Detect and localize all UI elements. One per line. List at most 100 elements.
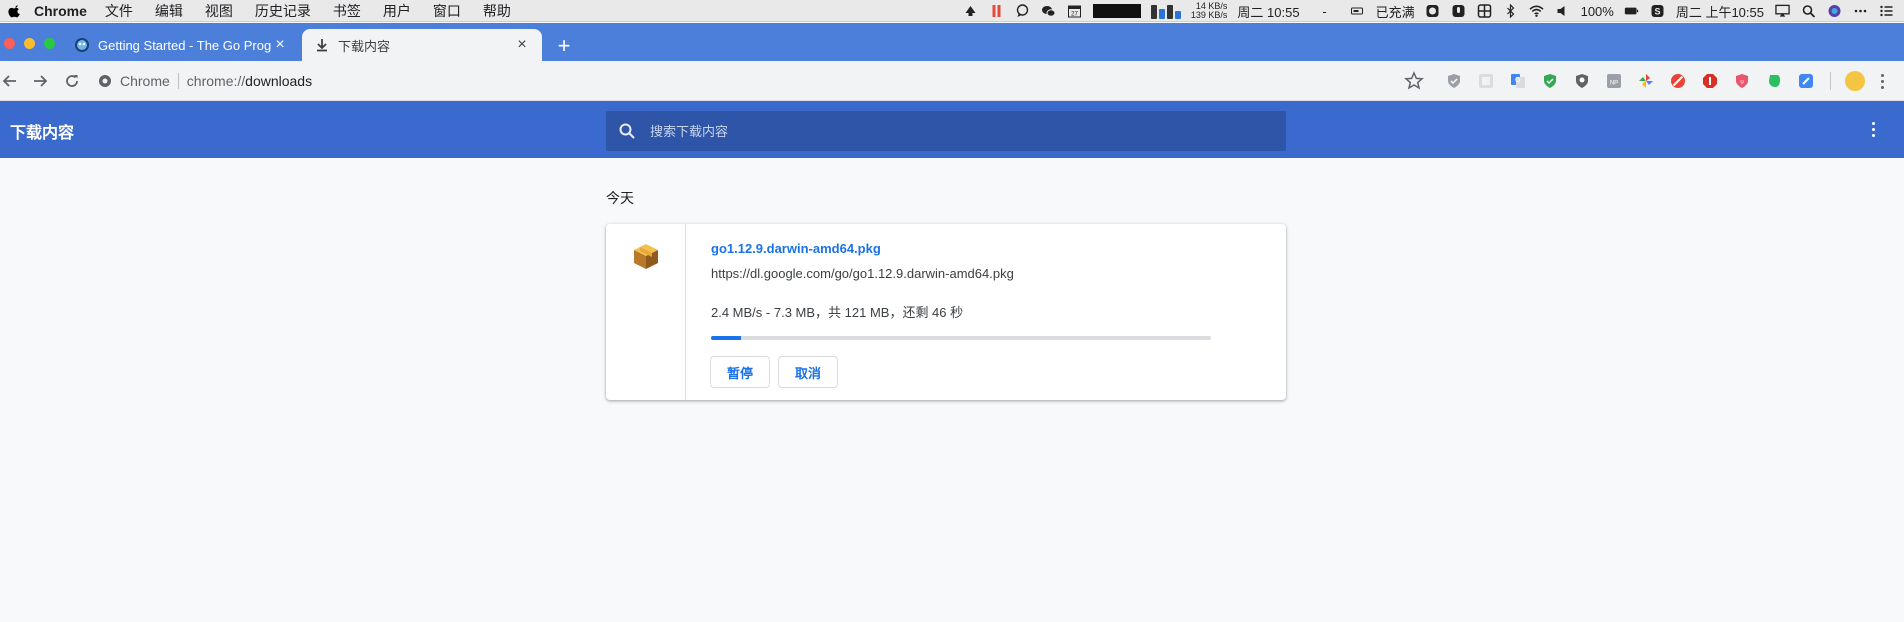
file-name-link[interactable]: go1.12.9.darwin-amd64.pkg [711, 241, 881, 256]
search-input[interactable] [650, 123, 1250, 139]
spotlight-icon[interactable] [1800, 4, 1816, 18]
menu-edit[interactable]: 编辑 [155, 1, 183, 21]
svg-text:G: G [1515, 77, 1520, 84]
menu-help[interactable]: 帮助 [483, 1, 511, 21]
tab-title: 下载内容 [338, 38, 391, 54]
profile-avatar[interactable] [1845, 71, 1865, 91]
ublock-extension-icon[interactable]: u [1734, 73, 1750, 89]
window-zoom-button[interactable] [44, 38, 55, 49]
svg-text:u: u [1740, 80, 1743, 86]
url-scheme: chrome:// [186, 73, 246, 89]
upload-arrow-icon[interactable] [963, 4, 979, 18]
extensions-separator [1830, 72, 1831, 90]
privacy-badger-extension-icon[interactable] [1574, 73, 1590, 89]
menu-people[interactable]: 用户 [383, 1, 411, 21]
search-box[interactable] [606, 111, 1286, 151]
shield-check-extension-icon[interactable] [1446, 73, 1462, 89]
chrome-logo-icon [99, 75, 111, 87]
calendar-icon[interactable]: 27 [1067, 4, 1083, 18]
pause-button[interactable]: 暂停 [710, 356, 770, 388]
face-icon[interactable] [1425, 4, 1441, 18]
volume-icon[interactable] [1555, 4, 1571, 18]
apple-logo-icon[interactable] [8, 4, 22, 18]
s-app-icon[interactable]: S [1650, 4, 1666, 18]
bookmark-star-icon[interactable] [1404, 71, 1424, 91]
pause-bars-icon[interactable] [989, 4, 1005, 18]
download-icon [317, 39, 327, 52]
menu-bookmarks[interactable]: 书签 [333, 1, 361, 21]
omnibox[interactable]: Chrome chrome://downloads [98, 67, 1416, 95]
adguard-extension-icon[interactable] [1542, 73, 1558, 89]
system-meters-icon[interactable] [1150, 3, 1181, 19]
battery-percent[interactable]: 100% [1581, 4, 1614, 19]
siri-icon[interactable] [1826, 4, 1842, 18]
translate-extension-icon[interactable]: G [1510, 73, 1526, 89]
more-dots-icon[interactable] [1852, 4, 1868, 18]
clock-short[interactable]: 周二 10:55 [1237, 2, 1299, 21]
network-speed: 14 KB/s 139 KB/s [1191, 2, 1228, 20]
back-button[interactable] [0, 71, 20, 91]
charge-status[interactable]: 已充满 [1376, 2, 1415, 21]
tab-go-getting-started[interactable]: Getting Started - The Go Prog × [62, 29, 300, 61]
adblock-extension-icon[interactable] [1702, 73, 1718, 89]
browser-menu-icon[interactable] [1881, 73, 1885, 89]
reload-button[interactable] [62, 71, 82, 91]
menu-window[interactable]: 窗口 [433, 1, 461, 21]
window-close-button[interactable] [4, 38, 15, 49]
tab-strip: Getting Started - The Go Prog × 下载内容 × + [0, 23, 1904, 61]
window-minimize-button[interactable] [24, 38, 35, 49]
forward-arrow-icon [34, 74, 48, 87]
notification-center-icon[interactable] [1878, 4, 1894, 18]
blank-extension-icon[interactable] [1478, 73, 1494, 89]
bluetooth-icon[interactable] [1503, 4, 1519, 18]
downloads-header: 下载内容 [0, 101, 1904, 158]
microphone-icon[interactable] [1451, 4, 1467, 18]
download-progress-fill [711, 336, 741, 340]
datetime[interactable]: 周二 上午10:55 [1676, 2, 1764, 21]
svg-text:S: S [1655, 7, 1661, 17]
tab-downloads[interactable]: 下载内容 × [302, 29, 542, 61]
wifi-icon[interactable] [1529, 4, 1545, 18]
cancel-button[interactable]: 取消 [778, 356, 838, 388]
net-down: 139 KB/s [1190, 10, 1228, 20]
battery-icon[interactable] [1624, 4, 1640, 18]
file-source-url[interactable]: https://dl.google.com/go/go1.12.9.darwin… [711, 266, 1014, 281]
np-extension-icon[interactable]: NP [1606, 73, 1622, 89]
menu-view[interactable]: 视图 [205, 1, 233, 21]
wechat-icon[interactable] [1041, 4, 1057, 18]
browser-toolbar: Chrome chrome://downloads G NP u [0, 61, 1904, 101]
block-extension-icon[interactable] [1670, 73, 1686, 89]
go-gopher-icon [75, 38, 89, 52]
chat-bubble-icon[interactable] [1015, 4, 1031, 18]
search-icon [619, 123, 635, 139]
new-tab-button[interactable]: + [552, 35, 576, 59]
downloads-menu-icon[interactable] [1872, 122, 1876, 137]
package-file-icon[interactable] [630, 240, 662, 272]
file-icon-column [606, 224, 686, 400]
download-status: 2.4 MB/s - 7.3 MB，共 121 MB，还剩 46 秒 [711, 305, 964, 320]
reload-icon [66, 74, 78, 87]
menu-history[interactable]: 历史记录 [255, 1, 311, 21]
download-item: go1.12.9.darwin-amd64.pkg https://dl.goo… [606, 224, 1286, 400]
tab-title: Getting Started - The Go Prog [98, 37, 272, 53]
blue-tag-extension-icon[interactable] [1798, 73, 1814, 89]
tab-close-icon[interactable]: × [272, 36, 288, 53]
svg-text:NP: NP [1610, 81, 1618, 87]
pinwheel-extension-icon[interactable] [1638, 73, 1654, 89]
grid-icon[interactable] [1477, 4, 1493, 18]
tab-close-icon[interactable]: × [514, 36, 530, 53]
power-adapter-icon [1350, 4, 1366, 18]
menu-dash: - [1322, 3, 1327, 19]
omnibox-origin: Chrome [120, 73, 170, 89]
url-path: downloads [245, 73, 313, 89]
cpu-graph-icon[interactable] [1092, 4, 1141, 18]
menu-extras: 27 14 KB/s 139 KB/s 周二 10:55 - 已充满 100% S… [963, 0, 1904, 22]
omnibox-url[interactable]: chrome://downloads [187, 73, 312, 89]
menu-app-name[interactable]: Chrome [34, 3, 87, 19]
back-arrow-icon [2, 74, 16, 87]
forward-button[interactable] [30, 71, 50, 91]
airplay-icon[interactable] [1774, 4, 1790, 18]
evernote-extension-icon[interactable] [1766, 73, 1782, 89]
menu-file[interactable]: 文件 [105, 1, 133, 21]
extensions-bar: G NP u [1446, 71, 1885, 91]
